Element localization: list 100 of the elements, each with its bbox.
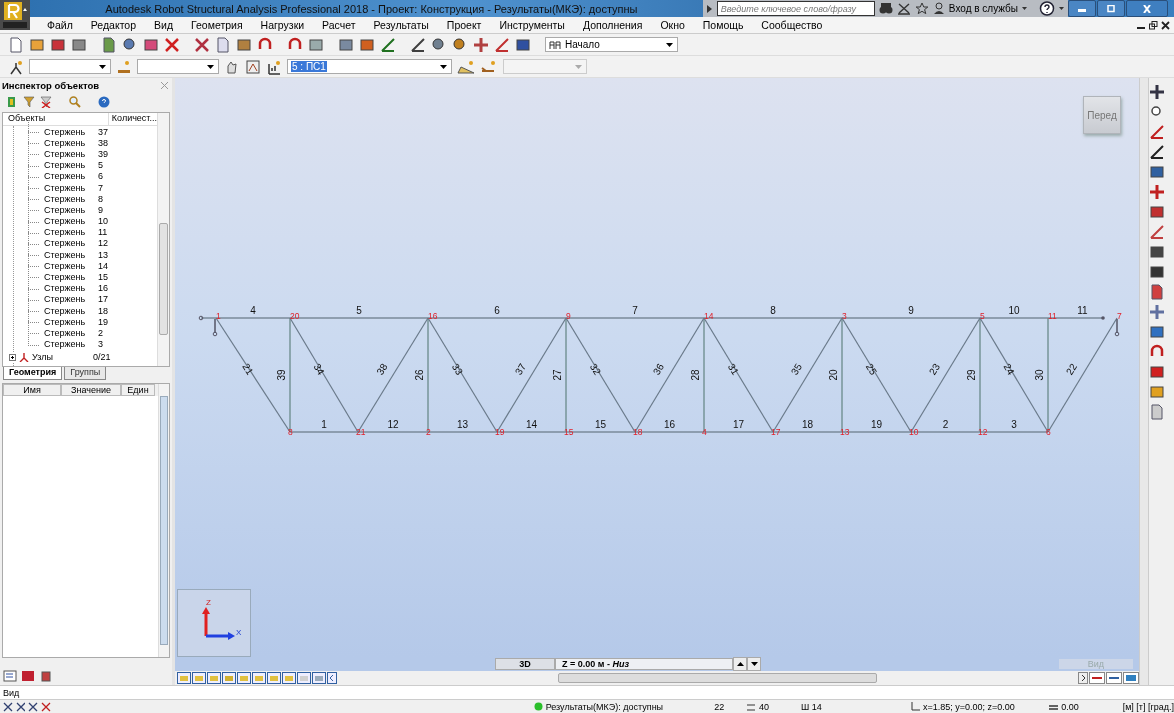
case-icon[interactable]: [266, 58, 282, 75]
close-button[interactable]: [1126, 0, 1168, 17]
caret-icon[interactable]: [1059, 6, 1064, 11]
tree-item[interactable]: Стержень: [44, 305, 98, 316]
delete-icon[interactable]: [164, 36, 180, 53]
menu-item[interactable]: Результаты: [364, 19, 438, 31]
tree-item[interactable]: Стержень: [44, 283, 98, 294]
tree-item[interactable]: Стержень: [44, 160, 98, 171]
tree-item[interactable]: Узлы: [32, 352, 90, 363]
load-case-dropdown[interactable]: 5 : ПС1: [287, 59, 452, 74]
bar-label: 13: [456, 419, 469, 430]
frame-icon[interactable]: [245, 58, 261, 75]
tree-item[interactable]: Стержень: [44, 272, 98, 283]
copy-icon[interactable]: [215, 36, 231, 53]
menu-item[interactable]: Вид: [145, 19, 183, 31]
tab[interactable]: Группы: [64, 367, 107, 380]
tree-item[interactable]: Стержень: [44, 227, 98, 238]
command-line[interactable]: Вид: [3, 687, 20, 698]
view-tool-icon[interactable]: [282, 672, 296, 684]
menu-item[interactable]: Геометрия: [182, 19, 252, 31]
tree-item[interactable]: Стержень: [44, 126, 98, 137]
column-header[interactable]: Количест...: [108, 113, 157, 125]
node-label: 8: [288, 427, 293, 437]
view-tool-icon[interactable]: [252, 672, 266, 684]
view-tool-icon[interactable]: [222, 672, 236, 684]
tree-item[interactable]: Стержень: [44, 260, 98, 271]
node-dropdown[interactable]: [29, 59, 111, 74]
tree-item[interactable]: Стержень: [44, 137, 98, 148]
bar-label: 7: [632, 305, 638, 316]
binoculars-icon[interactable]: [878, 2, 893, 15]
view-tool-icon[interactable]: [267, 672, 281, 684]
tree-item[interactable]: Стержень: [44, 193, 98, 204]
scrollbar[interactable]: [558, 673, 877, 683]
view-tool-icon[interactable]: [192, 672, 206, 684]
clear-filter-icon[interactable]: [40, 96, 52, 108]
tree-item[interactable]: Стержень: [44, 327, 98, 338]
app-logo-icon[interactable]: [0, 0, 30, 30]
maximize-button[interactable]: [1097, 0, 1125, 17]
expand-toggle[interactable]: [9, 353, 16, 361]
tab[interactable]: Геометрия: [3, 367, 63, 380]
search-field[interactable]: Введите ключевое слово/фразу: [716, 1, 875, 16]
menu-item[interactable]: Сообщество: [752, 19, 832, 31]
menu-item[interactable]: Помощь: [693, 19, 753, 31]
filter-icon[interactable]: [6, 96, 18, 108]
bar-query-icon[interactable]: [116, 58, 132, 75]
satellite-icon[interactable]: [896, 2, 911, 15]
column-header[interactable]: Значение: [61, 384, 121, 396]
close-icon[interactable]: [1161, 20, 1170, 30]
search-icon[interactable]: [69, 96, 81, 108]
down-button[interactable]: [747, 657, 761, 671]
view-tool-icon[interactable]: [297, 672, 311, 684]
menu-item[interactable]: Окно: [651, 19, 694, 31]
menu-item[interactable]: Файл: [38, 19, 82, 31]
tree-item[interactable]: Стержень: [44, 238, 98, 249]
plane-field[interactable]: Z = 0.00 м - Низ: [555, 658, 733, 670]
tree-item[interactable]: Стержень: [44, 171, 98, 182]
view-tool-icon[interactable]: [312, 672, 326, 684]
funnel-icon[interactable]: [23, 96, 35, 108]
user-icon[interactable]: [932, 2, 945, 15]
menu-item[interactable]: Проект: [437, 19, 491, 31]
menu-item[interactable]: Инструменты: [490, 19, 574, 31]
tree-view-icon[interactable]: [3, 670, 17, 682]
expand-icon[interactable]: [706, 4, 713, 13]
scroll-left-icon[interactable]: [327, 672, 337, 684]
column-header[interactable]: Един: [121, 384, 155, 396]
axis-label: X: [236, 628, 242, 637]
star-icon[interactable]: [914, 2, 929, 15]
view-tool-icon[interactable]: [237, 672, 251, 684]
sheet-icon[interactable]: [1149, 404, 1165, 420]
scroll-right-icon[interactable]: [1078, 672, 1088, 684]
column-header[interactable]: Имя: [3, 384, 61, 396]
view-tool-icon[interactable]: [177, 672, 191, 684]
tree-item[interactable]: Стержень: [44, 316, 98, 327]
view-tool-icon[interactable]: [207, 672, 221, 684]
up-button[interactable]: [733, 657, 747, 671]
sign-in-menu[interactable]: Вход в службы: [948, 3, 1018, 14]
node-query-icon[interactable]: [8, 58, 24, 75]
menu-item[interactable]: Дополнения: [573, 19, 652, 31]
restore-icon[interactable]: [1149, 20, 1158, 30]
view-dropdown[interactable]: Начало: [545, 37, 678, 52]
menu-item[interactable]: Расчет: [313, 19, 365, 31]
tree-item[interactable]: Стержень: [44, 294, 98, 305]
menu-item[interactable]: Нагрузки: [251, 19, 314, 31]
scrollbar[interactable]: [1140, 78, 1149, 685]
bar-label: 25: [863, 361, 880, 377]
caret-icon[interactable]: [1022, 6, 1027, 11]
tree-item[interactable]: Стержень: [44, 148, 98, 159]
view-mode-label[interactable]: 3D: [495, 658, 555, 670]
new-file-icon[interactable]: [8, 36, 24, 53]
bar-label: 14: [525, 419, 538, 430]
tree-item[interactable]: Стержень: [44, 216, 98, 227]
menu-item[interactable]: Редактор: [81, 19, 146, 31]
tree-item[interactable]: Стержень: [44, 182, 98, 193]
status-dot-icon: [533, 702, 543, 711]
column-header[interactable]: Объекты: [3, 113, 109, 125]
tree-item[interactable]: Стержень: [44, 339, 98, 350]
tree-item[interactable]: Стержень: [44, 204, 98, 215]
minimize-button[interactable]: [1068, 0, 1096, 17]
load-case-icon[interactable]: [457, 58, 475, 75]
tree-item[interactable]: Стержень: [44, 249, 98, 260]
